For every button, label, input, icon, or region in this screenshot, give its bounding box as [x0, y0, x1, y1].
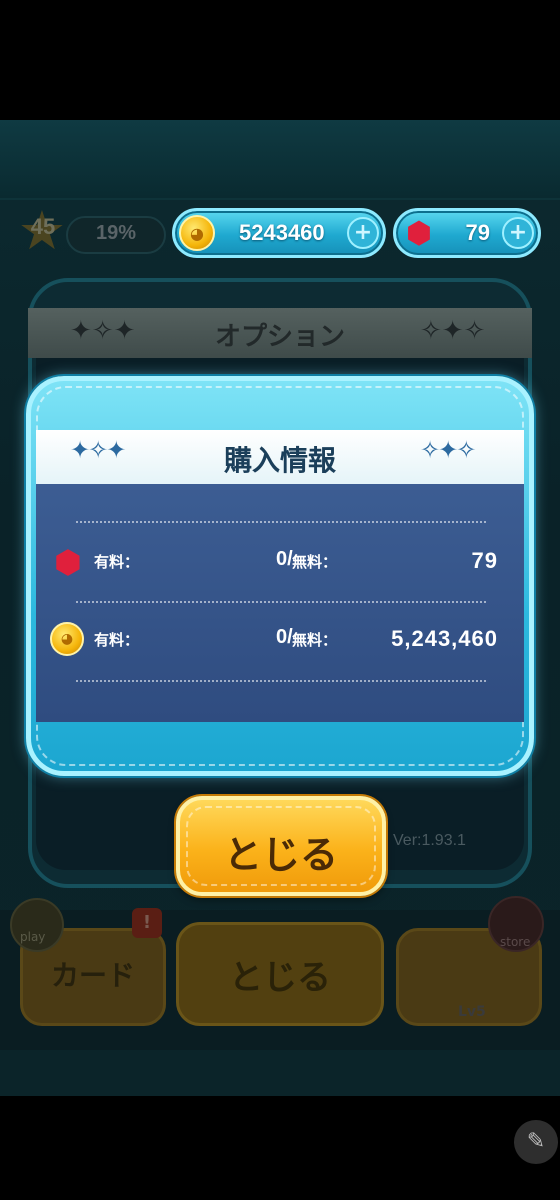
level-number: 45 [30, 214, 56, 239]
play-label: play [20, 930, 46, 944]
header-strip [0, 120, 560, 200]
coins-pill[interactable]: ◕ 5243460 + [172, 208, 386, 258]
free-value: 5,243,460 [391, 626, 498, 651]
close-button-label: とじる [223, 833, 338, 877]
store-label: store [500, 935, 531, 949]
divider [76, 601, 486, 603]
exp-percent: 19% [96, 222, 137, 244]
paid-value: 0/ [276, 548, 293, 570]
notification-badge: ! [132, 908, 162, 938]
paid-label: 有料： [94, 631, 140, 649]
coin-info-row: ◕ 有料： 0/ 無料： 5,243,460 [50, 620, 500, 660]
gems-pill[interactable]: ⬢ 79 + [393, 208, 541, 258]
background-close-label: とじる [229, 958, 331, 998]
paid-value: 0/ [276, 626, 293, 648]
add-gems-button[interactable]: + [502, 217, 534, 249]
version-label: Ver:1.93.1 [393, 832, 466, 849]
gems-value: 79 [465, 220, 490, 245]
divider [76, 680, 486, 682]
free-label: 無料： [292, 553, 338, 571]
gem-icon: ⬢ [54, 543, 82, 581]
options-title: オプション [214, 322, 345, 352]
gem-info-row: ⬢ 有料： 0/ 無料： 79 [50, 542, 500, 582]
free-label: 無料： [292, 631, 338, 649]
tsum-level: Lv5 [458, 1004, 486, 1020]
divider [76, 521, 486, 523]
card-button-label: カード [50, 959, 135, 992]
coins-value: 5243460 [239, 220, 325, 245]
paid-label: 有料： [94, 553, 140, 571]
add-coins-button[interactable]: + [347, 217, 379, 249]
edit-pencil-icon[interactable]: ✎ [514, 1120, 558, 1164]
top-black-bar [0, 0, 560, 120]
bottom-black-bar [0, 1096, 560, 1200]
dialog-title: 購入情報 [223, 444, 336, 477]
gem-icon: ⬢ [405, 215, 433, 251]
free-value: 79 [471, 548, 498, 573]
dialog-body [36, 484, 524, 722]
coin-icon: ◕ [179, 215, 215, 251]
coin-icon: ◕ [50, 622, 84, 656]
